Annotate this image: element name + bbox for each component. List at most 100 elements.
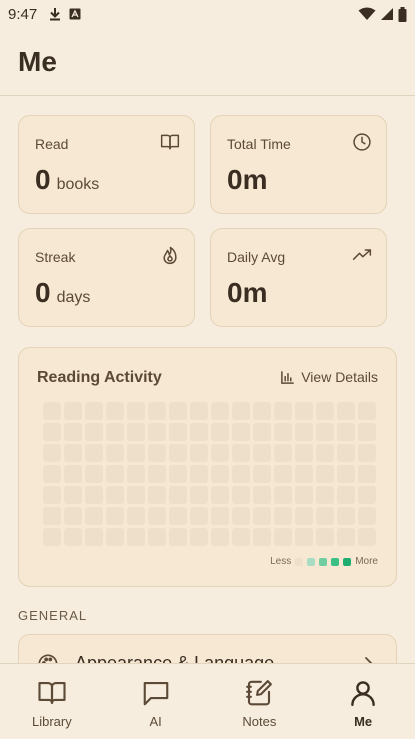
heatmap-cell: [316, 402, 334, 420]
stat-card-read: Read 0 books: [18, 115, 195, 214]
heatmap-cell: [358, 507, 376, 525]
heatmap-cell: [127, 423, 145, 441]
heatmap-cell: [127, 486, 145, 504]
clock-icon: [353, 133, 371, 151]
heatmap-cell: [64, 402, 82, 420]
heatmap-cell: [337, 423, 355, 441]
nav-label: Library: [32, 714, 72, 729]
heatmap-cell: [211, 507, 229, 525]
heatmap-cell: [211, 402, 229, 420]
chat-bubble-icon: [143, 681, 168, 706]
heatmap-cell: [43, 528, 61, 546]
legend-swatch: [319, 557, 328, 566]
heatmap-cell: [127, 402, 145, 420]
activity-title: Reading Activity: [37, 369, 162, 386]
heatmap-cell: [106, 507, 124, 525]
heatmap-cell: [211, 444, 229, 462]
heatmap-cell: [85, 486, 103, 504]
heatmap-cell: [127, 507, 145, 525]
heatmap-cell: [295, 507, 313, 525]
heatmap-cell: [64, 423, 82, 441]
stat-card-daily-avg: Daily Avg 0m: [210, 228, 387, 327]
heatmap-cell: [43, 465, 61, 483]
bottom-nav: Library AI Notes Me: [0, 663, 415, 739]
stat-unit: books: [56, 176, 100, 193]
heatmap-cell: [64, 486, 82, 504]
section-label-general: GENERAL: [18, 608, 88, 623]
heatmap-cell: [85, 444, 103, 462]
heatmap-cell: [358, 465, 376, 483]
heatmap-cell: [337, 507, 355, 525]
heatmap-cell: [232, 465, 250, 483]
user-icon: [351, 681, 375, 707]
heatmap-cell: [106, 465, 124, 483]
heatmap-cell: [190, 402, 208, 420]
heatmap-cell: [127, 528, 145, 546]
heatmap-cell: [232, 444, 250, 462]
heatmap-cell: [274, 507, 292, 525]
legend-less-label: Less: [270, 556, 292, 567]
nav-label: Notes: [242, 714, 277, 729]
heatmap-cell: [337, 528, 355, 546]
heatmap-cell: [127, 444, 145, 462]
heatmap-cell: [127, 465, 145, 483]
heatmap-cell: [85, 465, 103, 483]
stat-label: Daily Avg: [227, 249, 286, 265]
heatmap-cell: [106, 423, 124, 441]
bar-chart-icon: [281, 370, 295, 384]
heatmap-cell: [337, 465, 355, 483]
view-details-button[interactable]: View Details: [280, 369, 378, 385]
heatmap-cell: [169, 423, 187, 441]
heatmap-cell: [106, 444, 124, 462]
flame-icon: [163, 246, 177, 265]
heatmap-cell: [316, 486, 334, 504]
heatmap-cell: [169, 507, 187, 525]
heatmap-cell: [253, 528, 271, 546]
heatmap-cell: [43, 486, 61, 504]
legend-more-label: More: [355, 556, 378, 567]
heatmap-cell: [43, 423, 61, 441]
heatmap-cell: [316, 507, 334, 525]
stat-label: Read: [35, 136, 69, 152]
heatmap-cell: [169, 528, 187, 546]
download-icon: [50, 8, 61, 21]
heatmap-cell: [169, 444, 187, 462]
heatmap-cell: [43, 507, 61, 525]
page-header: Me: [0, 28, 415, 96]
book-open-icon: [160, 134, 180, 150]
heatmap-cell: [85, 423, 103, 441]
heatmap-cell: [169, 465, 187, 483]
heatmap-cell: [190, 423, 208, 441]
keyboard-icon: [69, 8, 81, 20]
wifi-icon: [358, 7, 376, 20]
heatmap-cell: [43, 402, 61, 420]
heatmap-cell: [148, 507, 166, 525]
heatmap-cell: [253, 486, 271, 504]
stat-label: Total Time: [227, 136, 291, 152]
heatmap-cell: [358, 486, 376, 504]
heatmap-cell: [358, 402, 376, 420]
trending-up-icon: [352, 249, 372, 260]
heatmap-cell: [85, 402, 103, 420]
nav-item-ai[interactable]: AI: [104, 664, 208, 739]
nav-item-library[interactable]: Library: [0, 664, 104, 739]
nav-item-me[interactable]: Me: [311, 664, 415, 739]
stat-card-total-time: Total Time 0m: [210, 115, 387, 214]
stat-card-streak: Streak 0 days: [18, 228, 195, 327]
heatmap-cell: [295, 528, 313, 546]
heatmap-cell: [274, 444, 292, 462]
heatmap-cell: [211, 528, 229, 546]
stat-unit: days: [56, 289, 91, 306]
heatmap-cell: [85, 507, 103, 525]
heatmap-cell: [274, 423, 292, 441]
legend-swatch: [307, 557, 316, 566]
heatmap-cell: [232, 423, 250, 441]
nav-item-notes[interactable]: Notes: [208, 664, 312, 739]
heatmap-cell: [253, 423, 271, 441]
heatmap-cell: [295, 465, 313, 483]
heatmap-cell: [316, 528, 334, 546]
heatmap-cell: [148, 444, 166, 462]
heatmap-cell: [232, 486, 250, 504]
heatmap-cell: [211, 486, 229, 504]
heatmap-cell: [295, 444, 313, 462]
